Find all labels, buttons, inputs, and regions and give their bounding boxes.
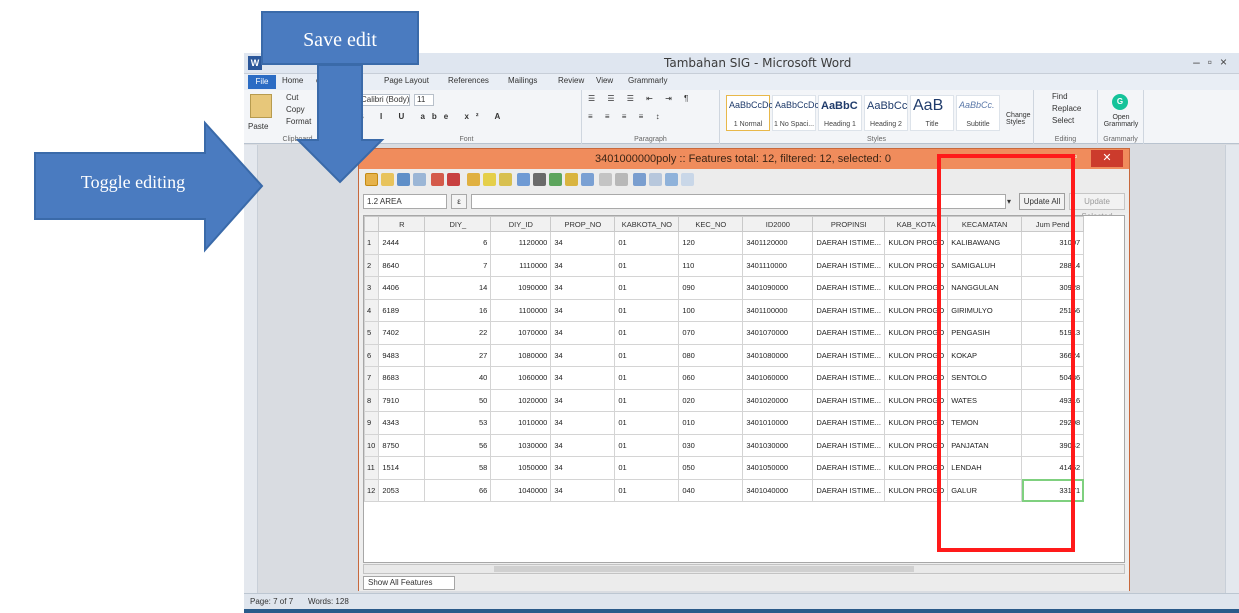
highlight-box (937, 154, 1075, 552)
save-edit-callout: Save edit (261, 11, 419, 65)
toggle-editing-callout: Toggle editing (80, 172, 186, 192)
save-edit-arrow (295, 64, 385, 184)
